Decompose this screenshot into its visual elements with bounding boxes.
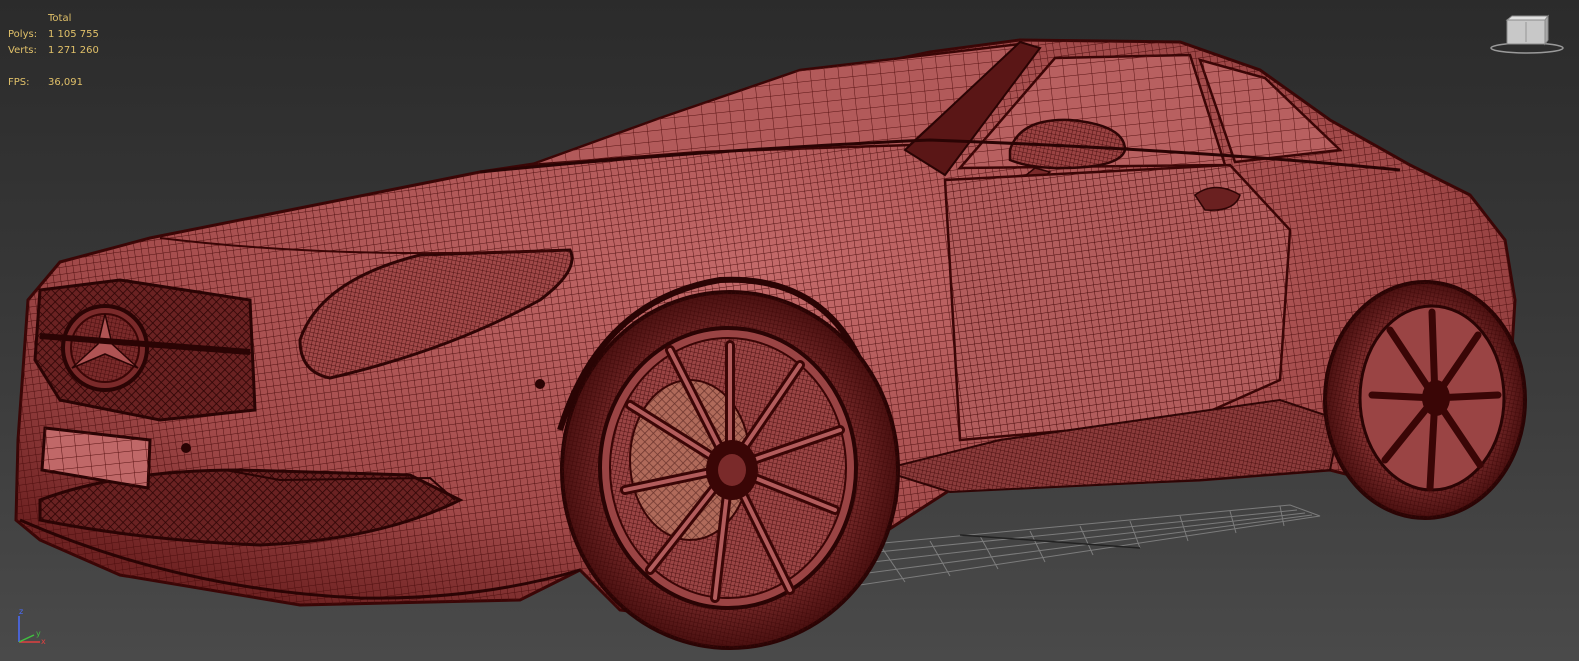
polys-value: 1 105 755 xyxy=(48,29,99,40)
axis-tripod: z y x xyxy=(12,608,48,648)
axis-z-label: z xyxy=(19,607,24,616)
fps-value: 36,091 xyxy=(48,77,83,88)
viewcube-icon[interactable] xyxy=(1490,14,1564,56)
front-wheel xyxy=(560,290,900,650)
verts-value: 1 271 260 xyxy=(48,45,99,56)
axis-x-label: x xyxy=(41,637,46,646)
rear-wheel xyxy=(1323,280,1527,520)
fps-label: FPS: xyxy=(8,77,30,88)
viewport-statistics: Total Polys: 1 105 755 Verts: 1 271 260 … xyxy=(8,11,99,91)
stats-header: Total xyxy=(48,13,72,24)
3d-viewport[interactable]: Total Polys: 1 105 755 Verts: 1 271 260 … xyxy=(0,0,1579,661)
polys-label: Polys: xyxy=(8,29,38,40)
verts-label: Verts: xyxy=(8,45,37,56)
emblem-icon xyxy=(61,304,149,392)
car-wireframe-render xyxy=(14,38,1527,650)
